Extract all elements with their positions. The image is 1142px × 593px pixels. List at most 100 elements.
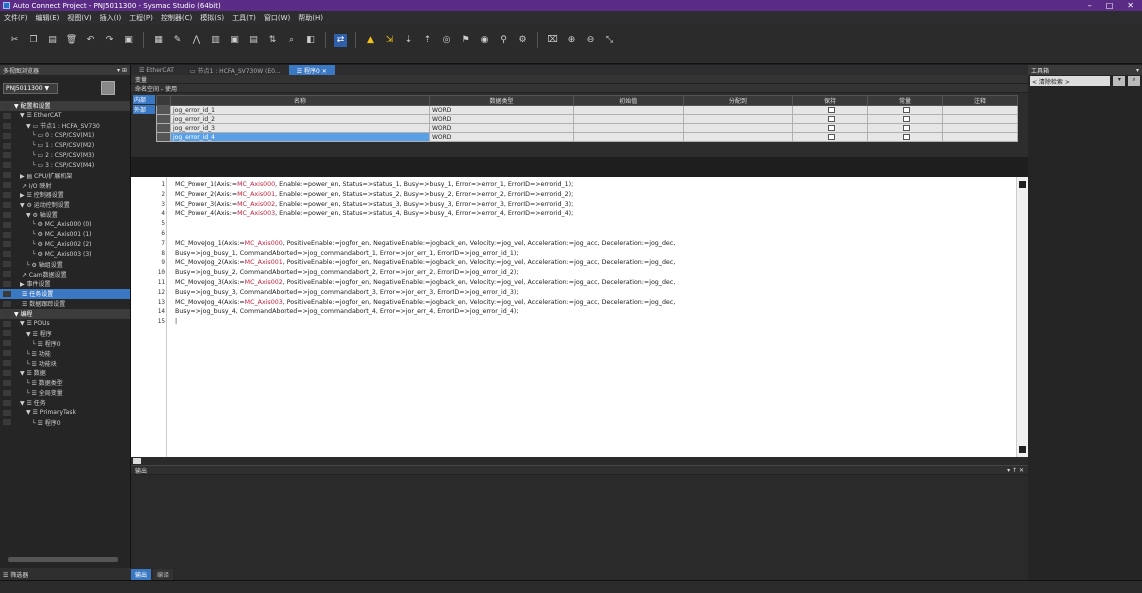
constant-checkbox[interactable]: [902, 125, 910, 131]
compare-icon[interactable]: ▤: [247, 34, 260, 47]
dropdown-arrow-icon[interactable]: ▾: [1113, 76, 1126, 86]
menu-item[interactable]: 帮助(H): [298, 13, 323, 23]
paste-icon[interactable]: ▤: [46, 34, 59, 47]
tree-item[interactable]: └ ⚙ MC_Axis001 (1): [0, 230, 130, 240]
code-line[interactable]: MC_Power_2(Axis:=MC_Axis001, Enable:=pow…: [175, 191, 573, 198]
variable-name[interactable]: jog_error_id_3: [170, 123, 430, 133]
variable-name[interactable]: jog_error_id_1: [170, 105, 430, 115]
output-tab[interactable]: 输出: [131, 569, 152, 580]
editor-tab[interactable]: ▭ 节点1 : HCFA_SV730W (E0...: [182, 65, 289, 75]
search-dropdown[interactable]: < 清除检索 >: [1030, 76, 1111, 86]
assigned-to[interactable]: [682, 105, 794, 115]
sort-icon[interactable]: ⇅: [266, 34, 279, 47]
redo-icon[interactable]: ↷: [103, 34, 116, 47]
column-header[interactable]: 数据类型: [428, 95, 575, 106]
run-icon[interactable]: ◉: [478, 34, 491, 47]
menu-item[interactable]: 工程(P): [129, 13, 153, 23]
zoom-in-icon[interactable]: ⊕: [565, 34, 578, 47]
constant-checkbox[interactable]: [902, 107, 910, 113]
scroll-thumb[interactable]: [133, 458, 141, 464]
variable-type[interactable]: WORD: [428, 132, 575, 142]
tree-item[interactable]: ↗ I/O 映射: [0, 180, 130, 190]
tree-item[interactable]: ▼ ☰ 程序: [0, 328, 130, 338]
variable-scope-tab[interactable]: 外部: [133, 105, 155, 114]
column-header[interactable]: 注释: [941, 95, 1019, 106]
tree-item[interactable]: └ ⚙ MC_Axis002 (2): [0, 239, 130, 249]
warning-icon[interactable]: ▲: [364, 34, 377, 47]
tree-item[interactable]: └ ▭ 2 : CSP/CSV(M3): [0, 150, 130, 160]
tree-item[interactable]: └ ⚙ MC_Axis003 (3): [0, 249, 130, 259]
tree-item[interactable]: └ ⚙ MC_Axis000 (0): [0, 220, 130, 230]
retain-checkbox[interactable]: [827, 116, 835, 122]
code-line[interactable]: |: [175, 318, 177, 325]
tree-item[interactable]: └ ☰ 数据类型: [0, 378, 130, 388]
code-line[interactable]: Busy=>jog_busy_1, CommandAborted=>jog_co…: [175, 250, 518, 257]
variable-name[interactable]: jog_error_id_4: [170, 132, 430, 142]
menu-item[interactable]: 编辑(E): [36, 13, 60, 23]
constant-checkbox[interactable]: [902, 116, 910, 122]
horizontal-scrollbar[interactable]: [131, 457, 1028, 465]
close-button[interactable]: ✕: [1127, 1, 1134, 10]
st-code-editor[interactable]: 1 2 3 4 5 6 7 8 9 10 11 12 13 14 15 MC_Power_1(Axis:=M…: [131, 177, 1028, 457]
scroll-down-arrow[interactable]: [1019, 446, 1026, 453]
code-line[interactable]: MC_Power_1(Axis:=MC_Axis000, Enable:=pow…: [175, 181, 573, 188]
retain-cell[interactable]: [792, 123, 869, 133]
variable-scope-tab[interactable]: 内部: [133, 95, 155, 104]
code-line[interactable]: Busy=>jog_busy_4, CommandAborted=>jog_co…: [175, 308, 518, 315]
retain-checkbox[interactable]: [827, 125, 835, 131]
tree-item[interactable]: ▼ ☰ 数据: [0, 368, 130, 378]
output-controls[interactable]: ▾ ↑ ✕: [1007, 467, 1028, 474]
tree-item[interactable]: ▼ ☰ 任务: [0, 398, 130, 408]
edit-icon[interactable]: ✎: [171, 34, 184, 47]
tree-item[interactable]: └ ⚙ 轴组设置: [0, 259, 130, 269]
assigned-to[interactable]: [682, 114, 794, 124]
zoom-out-icon[interactable]: ⊖: [584, 34, 597, 47]
force-icon[interactable]: ⚑: [459, 34, 472, 47]
constant-cell[interactable]: [867, 123, 943, 133]
variable-type[interactable]: WORD: [428, 114, 575, 124]
tree-item[interactable]: ▼ ⚙ 轴设置: [0, 210, 130, 220]
comment-cell[interactable]: [941, 105, 1019, 115]
retain-cell[interactable]: [792, 114, 869, 124]
maximize-button[interactable]: □: [1106, 1, 1114, 10]
variable-type[interactable]: WORD: [428, 123, 575, 133]
simulate-icon[interactable]: ⚲: [497, 34, 510, 47]
online-icon[interactable]: ⇄: [334, 33, 347, 47]
retain-checkbox[interactable]: [827, 107, 835, 113]
code-line[interactable]: MC_Power_4(Axis:=MC_Axis003, Enable:=pow…: [175, 210, 573, 217]
code-line[interactable]: MC_Power_3(Axis:=MC_Axis002, Enable:=pow…: [175, 201, 573, 208]
comment-cell[interactable]: [941, 132, 1019, 142]
tree-item[interactable]: ☰ 任务设置: [0, 288, 130, 299]
code-line[interactable]: MC_MoveJog_2(Axis:=MC_Axis001, PositiveE…: [175, 259, 675, 266]
retain-checkbox[interactable]: [827, 134, 835, 140]
tree-item[interactable]: ▼ ⚙ 运动控制设置: [0, 200, 130, 210]
code-line[interactable]: MC_MoveJog_1(Axis:=MC_Axis000, PositiveE…: [175, 240, 675, 247]
assigned-to[interactable]: [682, 123, 794, 133]
editor-tab[interactable]: ☰ 程序0 ✕: [288, 65, 335, 75]
tree-item[interactable]: └ ☰ 程序0: [0, 338, 130, 348]
horizontal-scrollbar[interactable]: [8, 557, 118, 562]
device-dropdown[interactable]: PNJ5011300 ▼: [3, 82, 58, 94]
column-header[interactable]: 常量: [867, 95, 943, 106]
tree-item[interactable]: ▼ 编程: [0, 308, 130, 319]
zoom-fit-icon[interactable]: ⤡: [603, 34, 616, 47]
constant-cell[interactable]: [867, 132, 943, 142]
tree-item[interactable]: └ ☰ 全局变量: [0, 388, 130, 398]
menu-item[interactable]: 控制器(C): [161, 13, 192, 23]
copy-icon[interactable]: ❐: [27, 34, 40, 47]
tree-item[interactable]: └ ☰ 程序0: [0, 418, 130, 428]
delete-icon[interactable]: 🗑: [65, 34, 78, 47]
retain-cell[interactable]: [792, 132, 869, 142]
code-line[interactable]: Busy=>jog_busy_3, CommandAborted=>jog_co…: [175, 289, 518, 296]
tree-item[interactable]: ▼ ▭ 节点1 : HCFA_SV730: [0, 121, 130, 131]
menu-item[interactable]: 文件(F): [4, 13, 28, 23]
variable-type[interactable]: WORD: [428, 105, 575, 115]
tree-item[interactable]: ▶ 事件设置: [0, 279, 130, 289]
column-header[interactable]: 分配到: [682, 95, 794, 106]
code-line[interactable]: Busy=>jog_busy_2, CommandAborted=>jog_co…: [175, 269, 518, 276]
minimize-button[interactable]: –: [1088, 1, 1092, 10]
menu-item[interactable]: 模拟(S): [200, 13, 224, 23]
pin-icon[interactable]: ▾ ⊞: [117, 67, 130, 74]
variable-name[interactable]: jog_error_id_2: [170, 114, 430, 124]
tree-item[interactable]: ↗ Cam数据设置: [0, 269, 130, 279]
